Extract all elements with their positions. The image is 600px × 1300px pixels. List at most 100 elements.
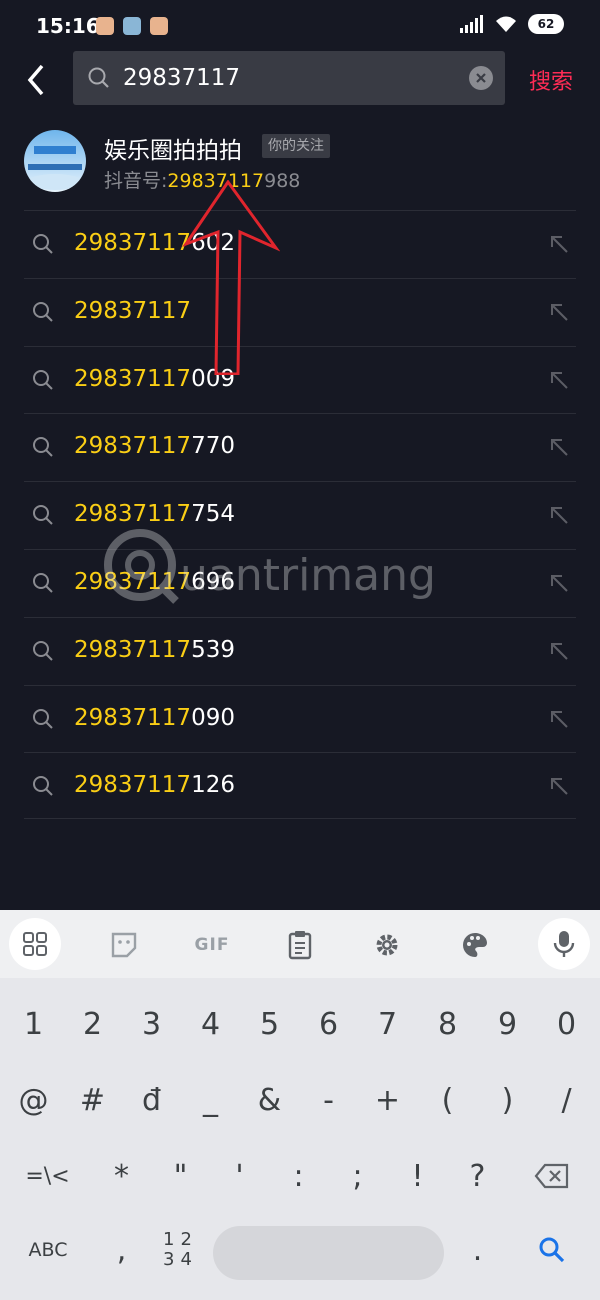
- key-row-symbols-2: =\< * " ' : ; ! ?: [0, 1138, 600, 1214]
- key[interactable]: ?: [448, 1138, 507, 1214]
- key[interactable]: &: [240, 1062, 299, 1138]
- back-button[interactable]: [22, 60, 52, 100]
- comma-key[interactable]: ,: [92, 1212, 151, 1288]
- search-icon: [33, 437, 53, 458]
- key[interactable]: (: [418, 1062, 477, 1138]
- space-key[interactable]: [213, 1226, 444, 1280]
- arrow-up-left-icon[interactable]: [548, 640, 570, 662]
- following-badge: 你的关注: [262, 134, 330, 158]
- divider: [24, 481, 576, 483]
- suggestion-item[interactable]: 29837117770: [0, 413, 600, 481]
- search-icon: [33, 301, 53, 322]
- search-icon: [33, 776, 53, 797]
- suggestion-text: 29837117090: [74, 704, 235, 731]
- keyboard: GIF 1 2 3 4 5 6 7 8 9 0 @ # đ _ & - + (…: [0, 910, 600, 1300]
- user-name: 娱乐圈拍拍拍: [104, 138, 242, 164]
- status-bar: 15:16 62: [0, 0, 600, 56]
- key[interactable]: ': [210, 1138, 269, 1214]
- arrow-up-left-icon[interactable]: [548, 708, 570, 730]
- divider: [24, 413, 576, 415]
- suggestion-item[interactable]: 29837117126: [0, 752, 600, 820]
- period-key[interactable]: .: [448, 1212, 507, 1288]
- suggestion-item[interactable]: 29837117754: [0, 481, 600, 549]
- suggestion-item[interactable]: 29837117009: [0, 345, 600, 414]
- divider: [24, 210, 576, 211]
- clear-button[interactable]: [469, 66, 493, 90]
- gif-button[interactable]: GIF: [185, 920, 239, 970]
- key[interactable]: *: [92, 1138, 151, 1214]
- key-row-bottom: ABC , 12 34 .: [0, 1212, 600, 1288]
- divider: [24, 345, 576, 347]
- suggestion-text: 29837117754: [74, 501, 235, 528]
- sticker-button[interactable]: [97, 920, 151, 970]
- key[interactable]: :: [269, 1138, 328, 1214]
- search-box[interactable]: [73, 51, 505, 105]
- key[interactable]: #: [63, 1062, 122, 1138]
- arrow-up-left-icon[interactable]: [548, 369, 570, 391]
- suggestion-item[interactable]: 29837117090: [0, 684, 600, 753]
- key[interactable]: @: [4, 1062, 63, 1138]
- search-icon: [88, 67, 109, 88]
- search-input[interactable]: [123, 61, 453, 95]
- key[interactable]: 1: [4, 986, 63, 1062]
- key[interactable]: +: [358, 1062, 417, 1138]
- settings-button[interactable]: [360, 920, 414, 970]
- arrow-up-left-icon[interactable]: [548, 504, 570, 526]
- search-icon: [33, 369, 53, 390]
- search-icon: [539, 1237, 564, 1263]
- backspace-key[interactable]: [522, 1138, 581, 1214]
- search-icon: [33, 708, 53, 729]
- key[interactable]: _: [181, 1062, 240, 1138]
- search-icon: [33, 572, 53, 593]
- key[interactable]: ;: [328, 1138, 387, 1214]
- suggestion-text: 29837117770: [74, 433, 235, 460]
- arrow-up-left-icon[interactable]: [548, 436, 570, 458]
- user-result[interactable]: 娱乐圈拍拍拍 你的关注 抖音号:29837117988: [0, 122, 600, 208]
- key[interactable]: 8: [418, 986, 477, 1062]
- key[interactable]: ": [151, 1138, 210, 1214]
- sticker-icon: [111, 932, 137, 958]
- divider: [24, 616, 576, 618]
- key[interactable]: 9: [478, 986, 537, 1062]
- search-icon: [33, 640, 53, 661]
- app-notification-icon: [150, 17, 168, 35]
- key[interactable]: 7: [358, 986, 417, 1062]
- numpad-label-bottom: 34: [163, 1249, 198, 1270]
- theme-button[interactable]: [448, 920, 502, 970]
- key[interactable]: /: [537, 1062, 596, 1138]
- key[interactable]: 0: [537, 986, 596, 1062]
- arrow-up-left-icon[interactable]: [548, 233, 570, 255]
- arrow-up-left-icon[interactable]: [548, 775, 570, 797]
- numpad-label-top: 12: [163, 1229, 198, 1250]
- more-symbols-key[interactable]: =\<: [18, 1138, 77, 1214]
- key[interactable]: 3: [122, 986, 181, 1062]
- numpad-key[interactable]: 12 34: [151, 1212, 210, 1288]
- chevron-left-icon: [27, 64, 44, 96]
- search-icon: [33, 234, 53, 254]
- arrow-up-left-icon[interactable]: [548, 572, 570, 594]
- key[interactable]: -: [299, 1062, 358, 1138]
- clipboard-button[interactable]: [273, 920, 327, 970]
- key[interactable]: đ: [122, 1062, 181, 1138]
- divider: [24, 818, 576, 819]
- search-icon: [33, 505, 53, 525]
- suggestion-list: 29837117602 29837117 29837117009 2983711…: [0, 210, 600, 820]
- key[interactable]: 2: [63, 986, 122, 1062]
- key[interactable]: !: [388, 1138, 447, 1214]
- suggestion-item[interactable]: 29837117539: [0, 616, 600, 685]
- suggestion-item[interactable]: 29837117602: [0, 210, 600, 278]
- search-button[interactable]: 搜索: [529, 64, 573, 96]
- suggestion-text: 29837117539: [74, 636, 235, 663]
- abc-key[interactable]: ABC: [3, 1212, 93, 1288]
- close-icon: [476, 73, 486, 83]
- key[interactable]: 6: [299, 986, 358, 1062]
- key[interactable]: 4: [181, 986, 240, 1062]
- arrow-up-left-icon[interactable]: [548, 301, 570, 323]
- key[interactable]: ): [478, 1062, 537, 1138]
- search-key[interactable]: [522, 1212, 581, 1288]
- grid-icon: [23, 932, 47, 956]
- key[interactable]: 5: [240, 986, 299, 1062]
- voice-input-button[interactable]: [538, 918, 590, 970]
- apps-grid-button[interactable]: [9, 918, 61, 970]
- suggestion-item[interactable]: 29837117: [0, 277, 600, 346]
